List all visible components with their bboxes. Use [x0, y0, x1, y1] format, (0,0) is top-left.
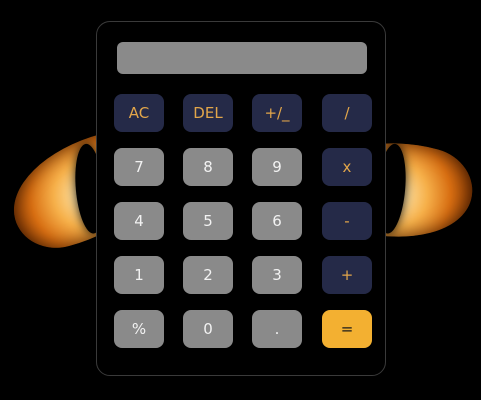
digit-6-button[interactable]: 6: [252, 202, 302, 240]
subtract-button[interactable]: -: [322, 202, 372, 240]
app-stage: AC DEL +/_ / 7 8 9 x 4 5 6 - 1 2 3 + % 0…: [0, 0, 481, 400]
add-button[interactable]: +: [322, 256, 372, 294]
percent-button[interactable]: %: [114, 310, 164, 348]
ac-button[interactable]: AC: [114, 94, 164, 132]
digit-3-button[interactable]: 3: [252, 256, 302, 294]
divide-button[interactable]: /: [322, 94, 372, 132]
digit-0-button[interactable]: 0: [183, 310, 233, 348]
decimal-point-button[interactable]: .: [252, 310, 302, 348]
digit-4-button[interactable]: 4: [114, 202, 164, 240]
digit-9-button[interactable]: 9: [252, 148, 302, 186]
digit-5-button[interactable]: 5: [183, 202, 233, 240]
multiply-button[interactable]: x: [322, 148, 372, 186]
calculator-display: [117, 42, 367, 74]
digit-8-button[interactable]: 8: [183, 148, 233, 186]
digit-2-button[interactable]: 2: [183, 256, 233, 294]
calculator-panel: AC DEL +/_ / 7 8 9 x 4 5 6 - 1 2 3 + % 0…: [96, 21, 386, 376]
digit-7-button[interactable]: 7: [114, 148, 164, 186]
digit-1-button[interactable]: 1: [114, 256, 164, 294]
delete-button[interactable]: DEL: [183, 94, 233, 132]
sign-toggle-button[interactable]: +/_: [252, 94, 302, 132]
equals-button[interactable]: =: [322, 310, 372, 348]
